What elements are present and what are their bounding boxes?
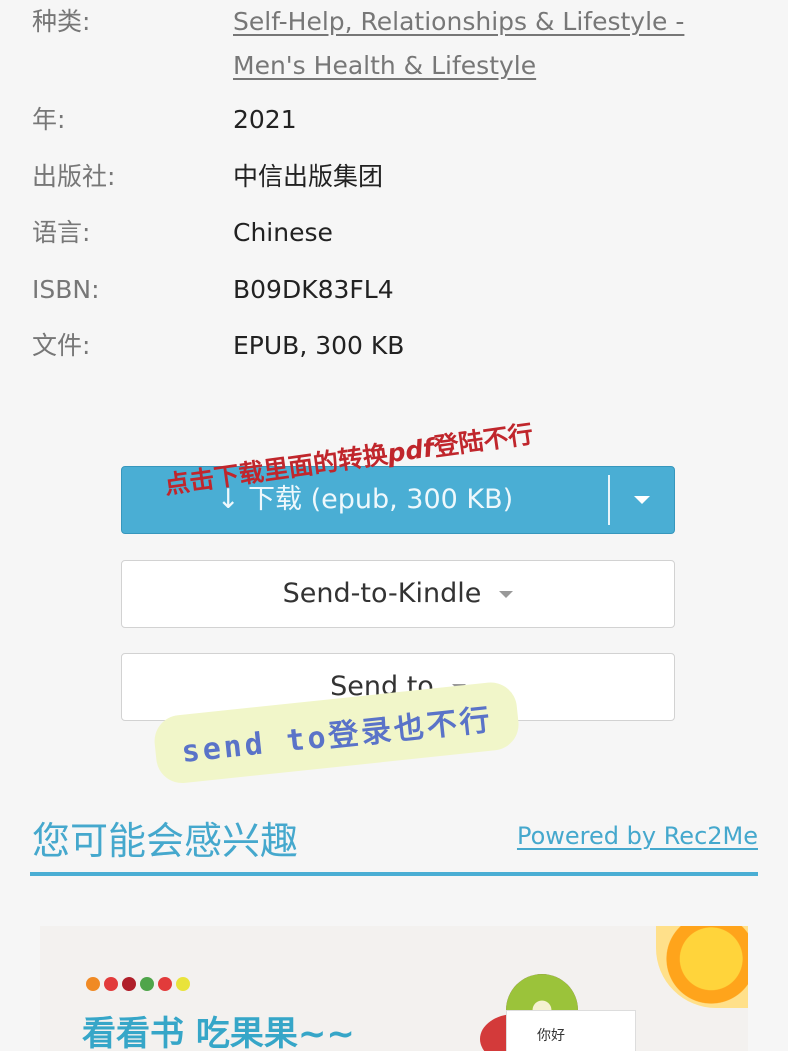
button-divider <box>608 475 610 525</box>
recommendation-banner[interactable]: 看看书 吃果果~~ 你好 <box>40 926 748 1051</box>
detail-key: 语言: <box>32 218 91 247</box>
detail-key: 出版社: <box>32 162 116 191</box>
detail-value: 中信出版集团 <box>233 162 384 191</box>
detail-key: 文件: <box>32 331 91 360</box>
detail-value: B09DK83FL4 <box>233 275 394 304</box>
fruit-icons <box>86 976 194 995</box>
card-text: 你好 <box>537 1028 565 1044</box>
detail-key: ISBN: <box>32 275 100 304</box>
category-link[interactable]: Self-Help, Relationships & Lifestyle - M… <box>233 0 753 88</box>
caret-down-icon[interactable] <box>634 496 650 504</box>
strawberry-icon <box>104 977 118 991</box>
annotation-text-after: 登陆不行 <box>431 419 535 462</box>
lemon-icon <box>176 977 190 991</box>
strawberry-icon <box>158 977 172 991</box>
detail-value: EPUB, 300 KB <box>233 331 405 360</box>
orange-image <box>656 926 748 1008</box>
detail-row-category: 种类: Self-Help, Relationships & Lifestyle… <box>32 0 762 88</box>
orange-icon <box>86 977 100 991</box>
banner-title: 看看书 吃果果~~ <box>82 1014 355 1051</box>
recommendations-title: 您可能会感兴趣 <box>32 819 299 863</box>
cherry-icon <box>122 977 136 991</box>
detail-value: Chinese <box>233 218 333 247</box>
send-to-kindle-label[interactable]: Send-to-Kindle <box>283 561 482 627</box>
detail-key: 种类: <box>32 7 91 36</box>
detail-key: 年: <box>32 105 66 134</box>
watermelon-icon <box>140 977 154 991</box>
qr-card: 你好 <box>506 1010 636 1051</box>
powered-by-link[interactable]: Powered by Rec2Me <box>517 822 758 850</box>
annotation-text-pdf: pdf <box>385 433 436 469</box>
category-link-line-2[interactable]: Men's Health & Lifestyle <box>233 44 753 88</box>
send-to-kindle-label-wrap[interactable]: Send-to-Kindle <box>122 561 674 627</box>
detail-value: 2021 <box>233 105 297 134</box>
section-divider <box>30 872 758 876</box>
caret-down-icon <box>499 591 514 598</box>
send-to-kindle-button[interactable]: Send-to-Kindle <box>121 560 675 628</box>
category-link-line-1[interactable]: Self-Help, Relationships & Lifestyle - <box>233 0 753 44</box>
